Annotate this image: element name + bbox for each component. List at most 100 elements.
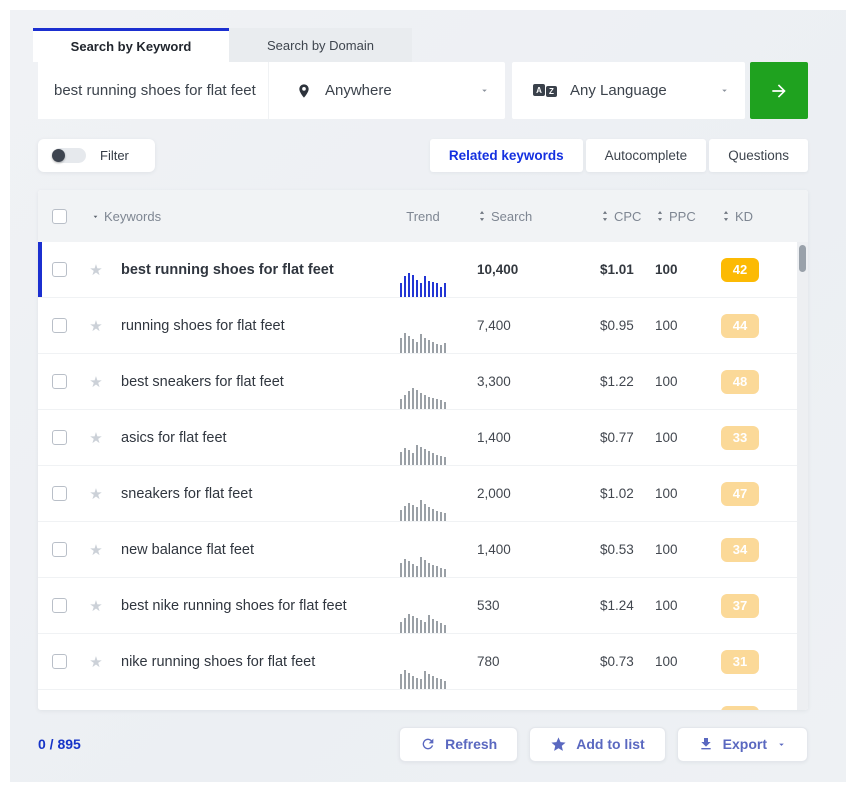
sort-icon <box>657 211 663 221</box>
kd-badge <box>721 705 759 710</box>
table-body: ★ best running shoes for flat feet 10,40… <box>38 242 808 710</box>
favorite-star-icon[interactable]: ★ <box>82 541 110 559</box>
arrow-right-icon <box>769 81 789 101</box>
keyword-cell: best running shoes for flat feet <box>121 261 334 278</box>
cpc-cell: $1.02 <box>600 486 634 501</box>
select-all-checkbox[interactable] <box>52 208 67 224</box>
row-checkbox[interactable] <box>52 542 67 557</box>
ppc-cell: 100 <box>655 486 678 501</box>
row-checkbox[interactable] <box>52 430 67 445</box>
filter-label: Filter <box>100 148 129 163</box>
view-tabs: Related keywords Autocomplete Questions <box>429 139 808 172</box>
scrollbar-thumb[interactable] <box>799 245 806 272</box>
row-checkbox[interactable] <box>52 262 67 277</box>
table-row[interactable]: ★ asics for flat feet 1,400 $0.77 100 33 <box>38 410 808 466</box>
ppc-cell: 100 <box>655 542 678 557</box>
tab-related-keywords[interactable]: Related keywords <box>429 139 583 172</box>
tab-search-by-keyword[interactable]: Search by Keyword <box>33 28 229 62</box>
cpc-cell: $0.53 <box>600 542 634 557</box>
favorite-star-icon[interactable]: ★ <box>82 653 110 671</box>
header-keywords[interactable]: Keywords <box>82 209 383 224</box>
selection-count: 0 / 895 <box>38 736 81 752</box>
chevron-down-icon <box>719 85 730 96</box>
table-row[interactable]: ★ sneakers for flat feet 2,000 $1.02 100… <box>38 466 808 522</box>
row-checkbox[interactable] <box>52 374 67 389</box>
add-to-list-button[interactable]: Add to list <box>529 726 666 762</box>
favorite-star-icon[interactable]: ★ <box>82 709 110 711</box>
refresh-button[interactable]: Refresh <box>399 726 519 762</box>
header-kd[interactable]: KD <box>709 209 808 224</box>
star-icon <box>550 736 567 753</box>
export-button[interactable]: Export <box>676 726 808 762</box>
language-select[interactable]: AZ Any Language <box>512 62 745 119</box>
favorite-star-icon[interactable]: ★ <box>82 597 110 615</box>
favorite-star-icon[interactable]: ★ <box>82 317 110 335</box>
search-volume-cell: 7,400 <box>477 318 511 333</box>
table-row[interactable]: ★ best nike running shoes for flat feet … <box>38 578 808 634</box>
tab-search-by-domain[interactable]: Search by Domain <box>229 28 412 62</box>
tab-autocomplete[interactable]: Autocomplete <box>585 139 707 172</box>
kd-badge: 42 <box>721 257 759 282</box>
filter-card: Filter <box>38 139 155 172</box>
toolbar-row: Filter Related keywords Autocomplete Que… <box>38 139 808 172</box>
cpc-cell: $0.95 <box>600 318 634 333</box>
trend-sparkline <box>383 466 463 521</box>
kd-badge: 44 <box>721 313 759 338</box>
kd-badge: 31 <box>721 649 759 674</box>
kd-badge: 48 <box>721 369 759 394</box>
favorite-star-icon[interactable]: ★ <box>82 373 110 391</box>
trend-sparkline <box>383 298 463 353</box>
trend-sparkline <box>383 578 463 633</box>
row-checkbox[interactable] <box>52 654 67 669</box>
ppc-cell: 100 <box>655 654 678 669</box>
search-volume-cell: 780 <box>477 654 500 669</box>
kd-badge: 37 <box>721 593 759 618</box>
header-search[interactable]: Search <box>463 209 583 224</box>
row-checkbox[interactable] <box>52 598 67 613</box>
trend-sparkline <box>383 242 463 297</box>
ppc-cell: 100 <box>655 318 678 333</box>
keyword-cell: asics for flat feet <box>121 429 227 446</box>
cpc-cell: $1.24 <box>600 598 634 613</box>
sort-icon <box>723 211 729 221</box>
keyword-cell: sneakers for flat feet <box>121 485 253 502</box>
keywords-table: Keywords Trend Search CPC PPC KD ★ best <box>38 190 808 710</box>
submit-search-button[interactable] <box>750 62 808 119</box>
translate-icon: AZ <box>533 84 557 97</box>
chevron-down-icon <box>776 739 787 750</box>
cpc-cell: $1.22 <box>600 374 634 389</box>
chevron-down-icon <box>479 85 490 96</box>
ppc-cell: 100 <box>655 430 678 445</box>
ppc-cell: 100 <box>655 598 678 613</box>
table-row[interactable]: ★ best running shoes for flat feet 10,40… <box>38 242 808 298</box>
refresh-icon <box>420 736 436 752</box>
favorite-star-icon[interactable]: ★ <box>82 261 110 279</box>
header-cpc[interactable]: CPC <box>583 209 649 224</box>
download-icon <box>698 736 714 752</box>
search-volume-cell: 530 <box>477 598 500 613</box>
keyword-search-input[interactable] <box>38 62 268 119</box>
location-pin-icon <box>296 83 312 99</box>
header-trend: Trend <box>406 208 440 224</box>
keyword-cell: running shoes for flat feet <box>121 317 285 334</box>
row-checkbox[interactable] <box>52 318 67 333</box>
filter-toggle[interactable] <box>52 148 86 163</box>
table-row[interactable]: ★ new balance flat feet 1,400 $0.53 100 … <box>38 522 808 578</box>
table-row[interactable]: ★ <box>38 690 808 710</box>
trend-sparkline <box>383 690 463 710</box>
search-bar: Anywhere AZ Any Language <box>38 62 808 119</box>
sort-desc-icon <box>93 215 98 218</box>
search-volume-cell: 1,400 <box>477 542 511 557</box>
row-checkbox[interactable] <box>52 486 67 501</box>
table-row[interactable]: ★ best sneakers for flat feet 3,300 $1.2… <box>38 354 808 410</box>
header-ppc[interactable]: PPC <box>649 209 709 224</box>
trend-sparkline <box>383 354 463 409</box>
footer-actions: Refresh Add to list Export <box>399 726 808 762</box>
favorite-star-icon[interactable]: ★ <box>82 429 110 447</box>
table-row[interactable]: ★ running shoes for flat feet 7,400 $0.9… <box>38 298 808 354</box>
table-row[interactable]: ★ nike running shoes for flat feet 780 $… <box>38 634 808 690</box>
favorite-star-icon[interactable]: ★ <box>82 485 110 503</box>
location-select[interactable]: Anywhere <box>268 62 505 119</box>
tab-questions[interactable]: Questions <box>709 139 808 172</box>
sort-icon <box>479 211 485 221</box>
